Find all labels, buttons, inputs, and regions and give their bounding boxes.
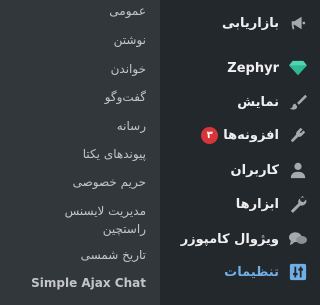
submenu-item-general[interactable]: عمومی (6, 2, 146, 20)
menu-item-appearance[interactable]: نمایش (160, 85, 320, 119)
plugin-icon (288, 125, 308, 145)
diamond-icon (288, 58, 308, 78)
submenu-item-discussion[interactable]: گفت‌وگو (6, 88, 146, 106)
menu-item-users[interactable]: کاربران (160, 153, 320, 187)
menu-item-visual-composer[interactable]: ویژوال کامپوزر (160, 222, 320, 256)
menu-item-marketing[interactable]: بازاریابی (160, 6, 320, 40)
paintbrush-icon (288, 92, 308, 112)
menu-item-plugins[interactable]: افزونه‌ها ۳ (160, 118, 320, 152)
submenu-item-simple-ajax-chat[interactable]: Simple Ajax Chat (6, 274, 146, 292)
menu-item-tools[interactable]: ابزارها (160, 187, 320, 221)
submenu-item-reading[interactable]: خواندن (6, 60, 146, 78)
chat-bubbles-icon (288, 229, 308, 249)
submenu-item-license[interactable]: مدیریت لایسنس راستچین (56, 202, 146, 238)
submenu-item-permalinks[interactable]: پیوندهای یکتا (6, 145, 146, 163)
menu-item-zephyr[interactable]: Zephyr (160, 51, 320, 85)
menu-item-settings[interactable]: تنظیمات (160, 255, 320, 289)
settings-sliders-icon (288, 262, 308, 282)
admin-sidebar: عمومی نوشتن خواندن گفت‌وگو رسانه پیوندها… (0, 0, 320, 305)
submenu-item-writing[interactable]: نوشتن (6, 31, 146, 49)
admin-main-menu: بازاریابی Zephyr نمایش افزونه‌ها ۳ (160, 0, 320, 305)
submenu-item-privacy[interactable]: حریم خصوصی (6, 173, 146, 191)
wrench-icon (288, 194, 308, 214)
submenu-item-media[interactable]: رسانه (6, 117, 146, 135)
submenu-item-jalali-date[interactable]: تاریخ شمسی (6, 246, 146, 264)
user-icon (288, 160, 308, 180)
megaphone-icon (288, 13, 308, 33)
plugin-update-badge: ۳ (201, 126, 219, 144)
settings-submenu: عمومی نوشتن خواندن گفت‌وگو رسانه پیوندها… (0, 0, 160, 305)
